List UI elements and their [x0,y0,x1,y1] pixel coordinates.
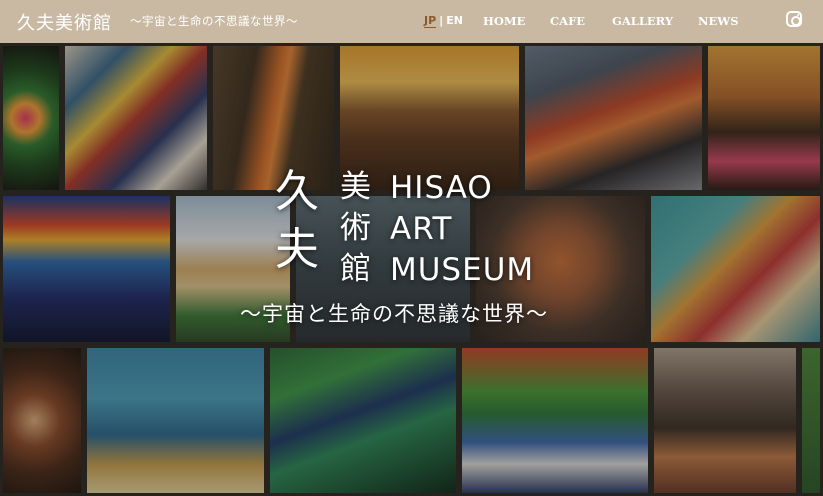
nav-gallery[interactable]: GALLERY [612,14,673,28]
language-switcher: JP | EN [424,14,463,28]
hero-kanji-o: 夫 [275,224,319,275]
hero-kanji-kan: 館 [340,251,371,287]
hero-title-art: ART [390,211,453,247]
instagram-icon[interactable] [786,11,802,27]
hero-title-hisao: HISAO [390,170,493,206]
hero-kanji-hisa: 久 [275,166,319,217]
hero-title: 久 夫 美 術 館 HISAO ART MUSEUM 〜宇宙と生命の不思議な世界… [0,0,823,496]
nav-cafe[interactable]: CAFE [550,14,585,28]
hero-kanji-bi: 美 [340,169,371,205]
lang-en-link[interactable]: EN [446,14,463,27]
nav-news[interactable]: NEWS [698,14,739,28]
site-logo[interactable]: 久夫美術館 [17,9,112,35]
lang-jp-link[interactable]: JP [424,14,437,28]
nav-home[interactable]: HOME [483,14,525,28]
hero-title-museum: MUSEUM [390,252,535,288]
lang-separator: | [439,14,444,27]
site-header: 久夫美術館 〜宇宙と生命の不思議な世界〜 JP | EN HOME CAFE GAL… [0,0,823,43]
site-tagline: 〜宇宙と生命の不思議な世界〜 [130,14,298,28]
hero-kanji-jutsu: 術 [340,210,371,246]
hero-subtitle: 〜宇宙と生命の不思議な世界〜 [240,302,548,326]
